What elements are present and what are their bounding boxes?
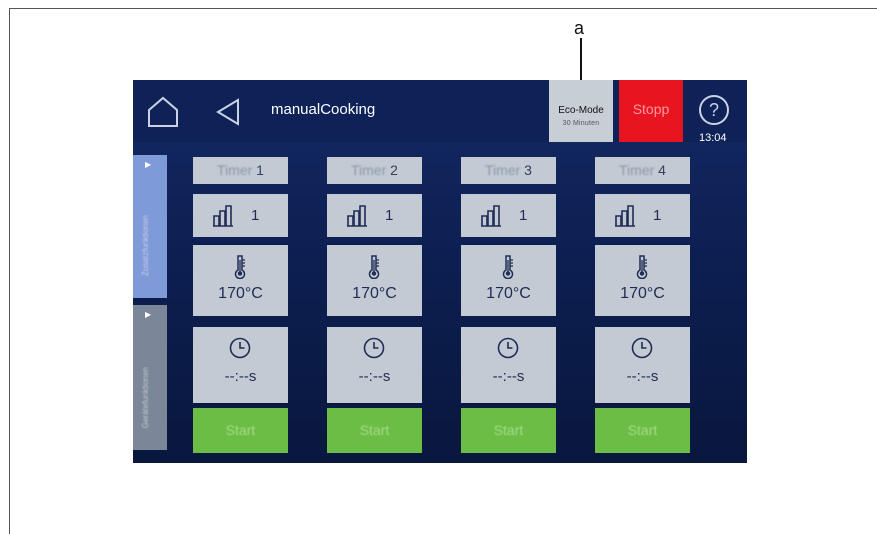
timer-1-level-button[interactable]: 1 — [193, 194, 288, 237]
level-bars-icon — [213, 205, 233, 227]
timer-number: 2 — [390, 162, 398, 178]
home-button[interactable] — [147, 96, 179, 128]
thermometer-icon — [234, 255, 246, 279]
timer-word: Timer — [217, 162, 253, 178]
thermometer-icon — [502, 255, 514, 279]
timer-3-level-button[interactable]: 1 — [461, 194, 556, 237]
timer-1-temperature-button[interactable]: 170°C — [193, 245, 288, 316]
time-value: --:--s — [492, 368, 525, 385]
time-value: --:--s — [626, 368, 659, 385]
cooking-screen: manualCooking Eco-Mode 30 Minuten Stopp … — [133, 80, 747, 463]
temperature-value: 170°C — [620, 285, 665, 302]
start-label: Start — [627, 422, 658, 438]
clock-icon — [363, 337, 385, 359]
timer-2-level-button[interactable]: 1 — [327, 194, 422, 237]
eco-mode-unit: Minuten — [573, 120, 600, 127]
clock-time: 13:04 — [699, 132, 727, 144]
back-arrow-icon — [216, 98, 239, 126]
help-icon[interactable]: ? — [699, 95, 729, 125]
side-tab-device-functions[interactable]: ▶ Gerätefunktionen — [133, 305, 167, 450]
expand-arrow-icon: ▶ — [145, 310, 152, 319]
time-value: --:--s — [224, 368, 257, 385]
timer-word: Timer — [351, 162, 387, 178]
timer-4-start-button[interactable]: Start — [595, 408, 690, 453]
timer-number: 3 — [524, 162, 532, 178]
timer-1-button[interactable]: Timer 1 — [193, 157, 288, 184]
start-label: Start — [493, 422, 524, 438]
timer-number: 4 — [658, 162, 666, 178]
eco-mode-button[interactable]: Eco-Mode 30 Minuten — [549, 80, 613, 142]
clock-icon — [631, 337, 653, 359]
figure-frame-left — [9, 8, 10, 534]
timer-3-time-button[interactable]: --:--s — [461, 327, 556, 403]
timer-number: 1 — [256, 162, 264, 178]
start-label: Start — [225, 422, 256, 438]
side-tab-label: Zusatzfunktionen — [141, 215, 150, 276]
level-bars-icon — [615, 205, 635, 227]
temperature-value: 170°C — [486, 285, 531, 302]
thermometer-icon — [636, 255, 648, 279]
side-tab-label: Gerätefunktionen — [141, 366, 150, 428]
side-tab-additional-functions[interactable]: ▶ Zusatzfunktionen — [133, 155, 167, 298]
timer-4-temperature-button[interactable]: 170°C — [595, 245, 690, 316]
temperature-value: 170°C — [352, 285, 397, 302]
timer-2-button[interactable]: Timer 2 — [327, 157, 422, 184]
temperature-value: 170°C — [218, 285, 263, 302]
timer-4-button[interactable]: Timer 4 — [595, 157, 690, 184]
back-button[interactable] — [215, 98, 241, 126]
timer-3-start-button[interactable]: Start — [461, 408, 556, 453]
level-value: 1 — [519, 207, 528, 224]
timer-1-start-button[interactable]: Start — [193, 408, 288, 453]
timer-3-temperature-button[interactable]: 170°C — [461, 245, 556, 316]
clock-icon — [229, 337, 251, 359]
level-bars-icon — [347, 205, 367, 227]
eco-mode-value: 30 — [562, 120, 571, 127]
home-icon — [148, 96, 178, 127]
timer-word: Timer — [485, 162, 521, 178]
timer-3-button[interactable]: Timer 3 — [461, 157, 556, 184]
eco-mode-duration: 30 Minuten — [549, 120, 613, 127]
figure-frame-top — [9, 8, 877, 9]
level-bars-icon — [481, 205, 501, 227]
timer-word: Timer — [619, 162, 655, 178]
timer-4-time-button[interactable]: --:--s — [595, 327, 690, 403]
time-value: --:--s — [358, 368, 391, 385]
eco-mode-label: Eco-Mode — [558, 105, 604, 116]
timer-4-level-button[interactable]: 1 — [595, 194, 690, 237]
level-value: 1 — [385, 207, 394, 224]
timer-2-temperature-button[interactable]: 170°C — [327, 245, 422, 316]
clock-icon — [497, 337, 519, 359]
level-value: 1 — [653, 207, 662, 224]
page-title: manualCooking — [271, 101, 376, 118]
timer-2-start-button[interactable]: Start — [327, 408, 422, 453]
expand-arrow-icon: ▶ — [145, 160, 152, 169]
timer-2-time-button[interactable]: --:--s — [327, 327, 422, 403]
stop-button[interactable]: Stopp — [619, 80, 683, 142]
callout-label: a — [574, 18, 585, 38]
start-label: Start — [359, 422, 390, 438]
timer-1-time-button[interactable]: --:--s — [193, 327, 288, 403]
thermometer-icon — [368, 255, 380, 279]
level-value: 1 — [251, 207, 260, 224]
